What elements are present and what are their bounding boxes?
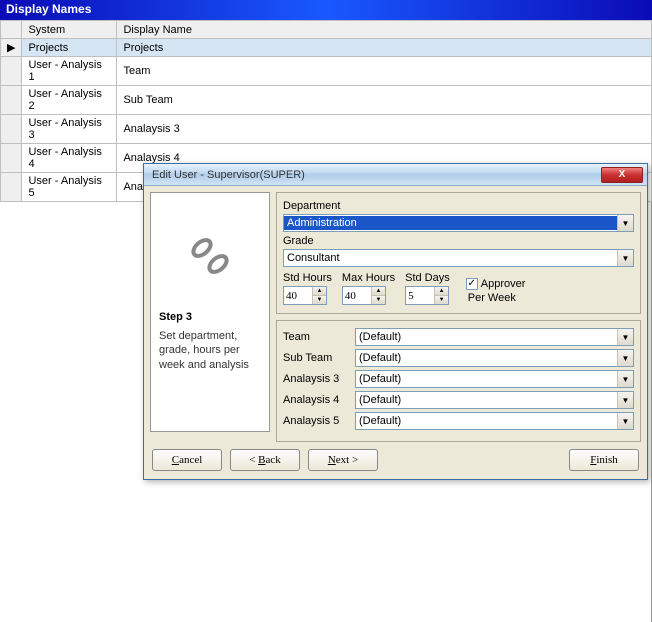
analysis-value: (Default) — [356, 351, 617, 365]
dialog-title: Edit User - Supervisor(SUPER) — [148, 169, 601, 181]
next-button[interactable]: Next > — [308, 449, 378, 471]
table-row[interactable]: ▶ Projects Projects — [1, 39, 652, 57]
row-header-blank — [1, 21, 22, 39]
spin-up-icon[interactable]: ▲ — [372, 287, 385, 296]
chevron-down-icon[interactable]: ▼ — [617, 215, 633, 231]
cell-display: Sub Team — [117, 86, 652, 115]
table-row[interactable]: User - Analysis 1 Team — [1, 57, 652, 86]
cell-display: Analaysis 3 — [117, 115, 652, 144]
top-fieldset: Department Administration ▼ Grade Consul… — [276, 192, 641, 314]
analysis-select[interactable]: (Default) ▼ — [355, 412, 634, 430]
std-hours-input[interactable] — [284, 287, 312, 304]
approver-checkbox[interactable]: ✓ — [466, 278, 478, 290]
max-hours-stepper[interactable]: ▲▼ — [342, 286, 386, 305]
cell-system: Projects — [22, 39, 117, 57]
cell-system: User - Analysis 2 — [22, 86, 117, 115]
page-title: Display Names — [0, 0, 652, 20]
chevron-down-icon[interactable]: ▼ — [617, 329, 633, 345]
spin-up-icon[interactable]: ▲ — [313, 287, 326, 296]
analysis-value: (Default) — [356, 372, 617, 386]
wizard-side-panel: Step 3 Set department, grade, hours per … — [150, 192, 270, 432]
table-header-row: System Display Name — [1, 21, 652, 39]
label-grade: Grade — [283, 235, 634, 247]
table-row[interactable]: User - Analysis 3 Analaysis 3 — [1, 115, 652, 144]
cell-system: User - Analysis 5 — [22, 173, 117, 202]
row-indicator-icon: ▶ — [1, 39, 22, 57]
analysis-label: Analaysis 3 — [283, 373, 349, 385]
spin-down-icon[interactable]: ▼ — [313, 296, 326, 304]
back-button[interactable]: < Back — [230, 449, 300, 471]
department-select[interactable]: Administration ▼ — [283, 214, 634, 232]
step-title: Step 3 — [159, 311, 261, 323]
label-approver: Approver — [481, 278, 526, 290]
spin-down-icon[interactable]: ▼ — [435, 296, 448, 304]
col-system[interactable]: System — [22, 21, 117, 39]
cell-display: Team — [117, 57, 652, 86]
spin-up-icon[interactable]: ▲ — [435, 287, 448, 296]
analysis-row: Analaysis 4 (Default) ▼ — [283, 391, 634, 409]
chevron-down-icon[interactable]: ▼ — [617, 250, 633, 266]
label-department: Department — [283, 200, 634, 212]
cancel-button[interactable]: Cancel — [152, 449, 222, 471]
analysis-select[interactable]: (Default) ▼ — [355, 391, 634, 409]
std-days-stepper[interactable]: ▲▼ — [405, 286, 449, 305]
analysis-value: (Default) — [356, 393, 617, 407]
chevron-down-icon[interactable]: ▼ — [617, 392, 633, 408]
analysis-row: Analaysis 5 (Default) ▼ — [283, 412, 634, 430]
analysis-select[interactable]: (Default) ▼ — [355, 370, 634, 388]
analysis-label: Analaysis 5 — [283, 415, 349, 427]
edit-user-dialog: Edit User - Supervisor(SUPER) X Step 3 S… — [143, 163, 648, 480]
analysis-row: Analaysis 3 (Default) ▼ — [283, 370, 634, 388]
department-value: Administration — [284, 216, 617, 230]
analysis-value: (Default) — [356, 330, 617, 344]
cell-system: User - Analysis 3 — [22, 115, 117, 144]
col-display[interactable]: Display Name — [117, 21, 652, 39]
analysis-label: Team — [283, 331, 349, 343]
max-hours-input[interactable] — [343, 287, 371, 304]
analysis-select[interactable]: (Default) ▼ — [355, 328, 634, 346]
analysis-select[interactable]: (Default) ▼ — [355, 349, 634, 367]
cell-display: Projects — [117, 39, 652, 57]
grade-select[interactable]: Consultant ▼ — [283, 249, 634, 267]
std-days-input[interactable] — [406, 287, 434, 304]
chevron-down-icon[interactable]: ▼ — [617, 371, 633, 387]
std-hours-stepper[interactable]: ▲▼ — [283, 286, 327, 305]
grade-value: Consultant — [284, 251, 617, 265]
close-button[interactable]: X — [601, 167, 643, 183]
label-std-days: Std Days — [405, 272, 450, 284]
table-row[interactable]: User - Analysis 2 Sub Team — [1, 86, 652, 115]
cell-system: User - Analysis 1 — [22, 57, 117, 86]
chevron-down-icon[interactable]: ▼ — [617, 350, 633, 366]
analysis-row: Sub Team (Default) ▼ — [283, 349, 634, 367]
spin-down-icon[interactable]: ▼ — [372, 296, 385, 304]
label-std-hours: Std Hours — [283, 272, 332, 284]
analysis-label: Analaysis 4 — [283, 394, 349, 406]
analysis-fieldset: Team (Default) ▼ Sub Team (Default) ▼ An… — [276, 320, 641, 442]
chain-link-icon — [159, 201, 261, 311]
finish-button[interactable]: Finish — [569, 449, 639, 471]
label-max-hours: Max Hours — [342, 272, 395, 284]
label-per-week: Per Week — [468, 292, 526, 304]
dialog-titlebar[interactable]: Edit User - Supervisor(SUPER) X — [144, 164, 647, 186]
chevron-down-icon[interactable]: ▼ — [617, 413, 633, 429]
step-description: Set department, grade, hours per week an… — [159, 329, 261, 372]
analysis-row: Team (Default) ▼ — [283, 328, 634, 346]
cell-system: User - Analysis 4 — [22, 144, 117, 173]
analysis-value: (Default) — [356, 414, 617, 428]
analysis-label: Sub Team — [283, 352, 349, 364]
